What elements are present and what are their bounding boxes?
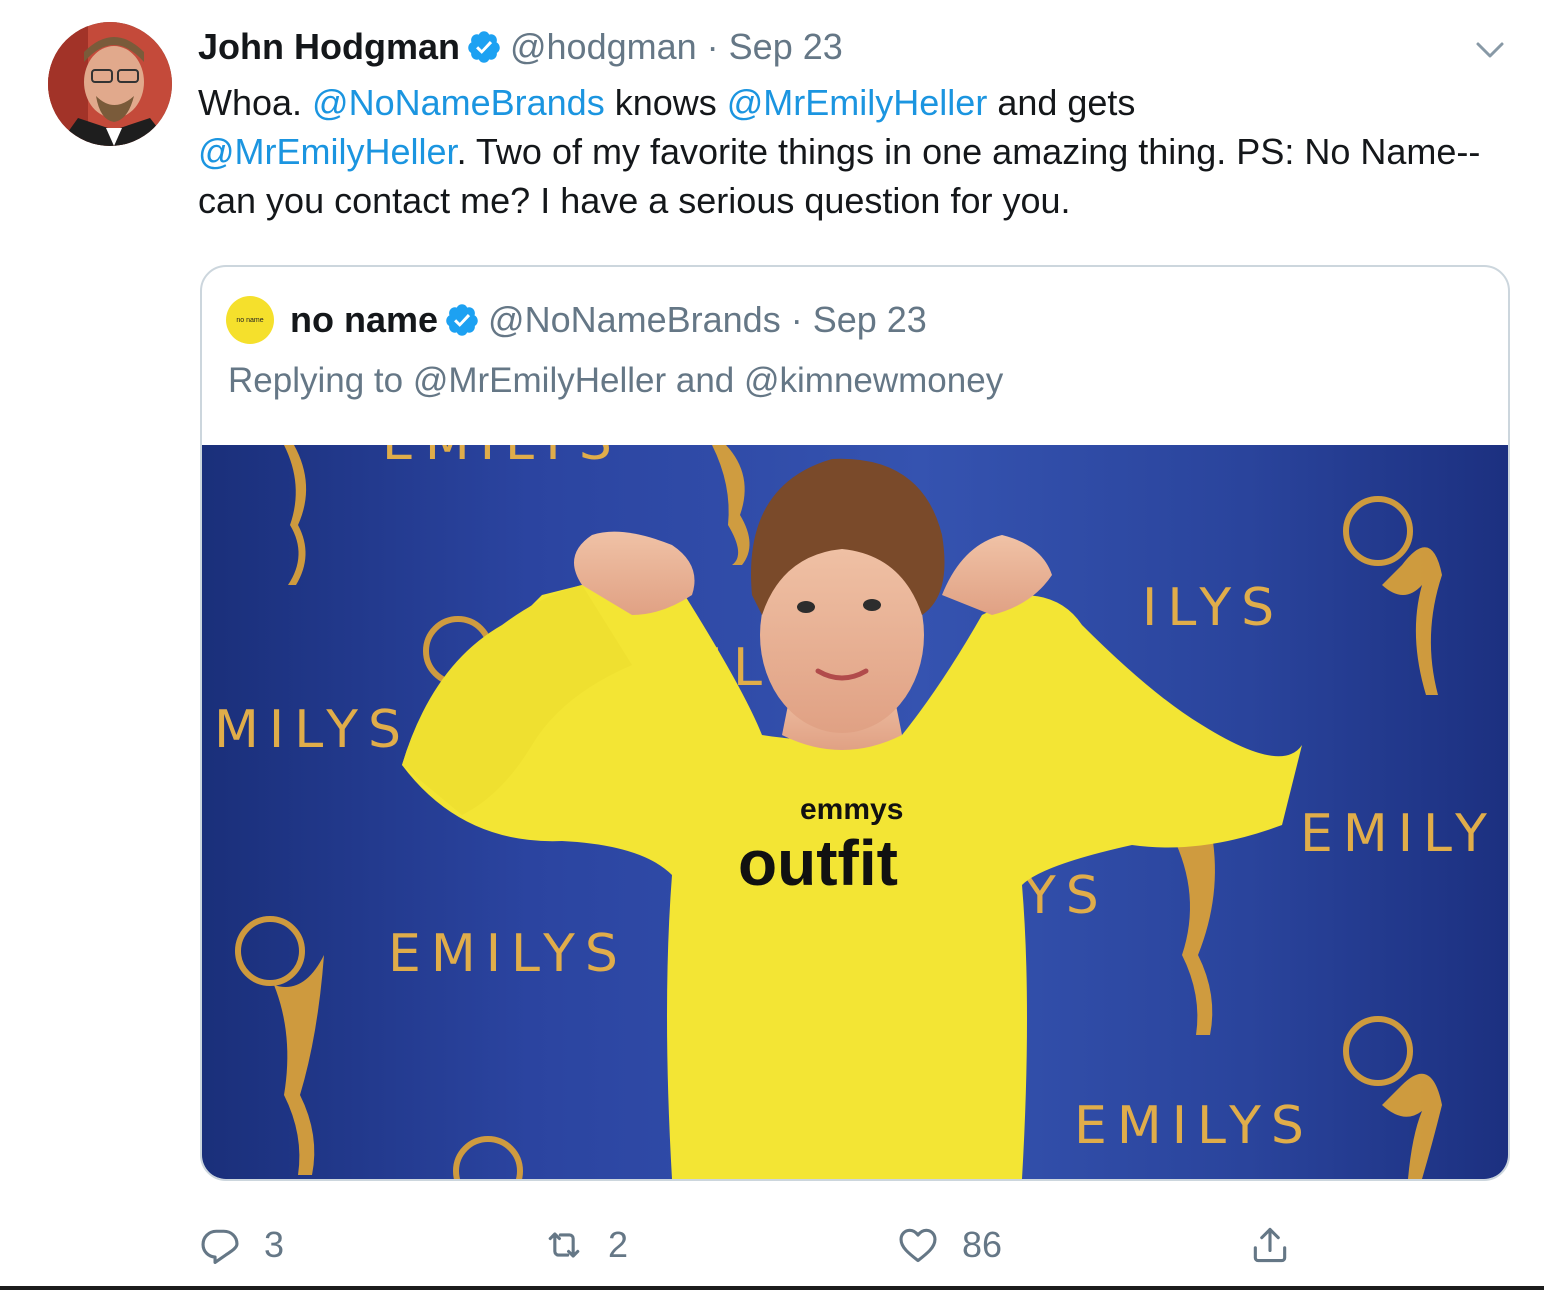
quoted-author-handle[interactable]: @NoNameBrands [488,299,781,341]
avatar-photo [48,22,172,146]
shirt-text-small: emmys [800,793,903,826]
author-avatar[interactable] [48,22,172,146]
reply-count: 3 [264,1224,285,1265]
share-button[interactable] [1248,1215,1314,1275]
tweet-date[interactable]: Sep 23 [729,26,843,68]
separator-dot: · [706,26,719,67]
separator-dot: · [790,299,803,340]
backdrop-word: EMILYS [382,445,622,472]
share-icon [1253,1227,1287,1263]
author-handle[interactable]: @hodgman [510,26,697,68]
quoted-author-avatar[interactable]: no name [226,296,274,344]
author-name[interactable]: John Hodgman [198,26,460,68]
tweet-text-part: and gets [987,82,1136,123]
bottom-divider [0,1286,1544,1290]
shirt-text-large: outfit [738,827,898,899]
brand-logo-text: no name [236,316,264,324]
quoted-tweet-date[interactable]: Sep 23 [813,299,927,341]
mention-link[interactable]: @NoNameBrands [312,82,605,123]
like-count: 86 [962,1224,1003,1265]
tweet-text-part: knows [604,82,727,123]
backdrop-word: EMILYS [388,924,628,984]
backdrop-word: EMILYS [1074,1096,1314,1156]
mention-link[interactable]: @MrEmilyHeller [198,131,457,172]
verified-badge-icon [444,302,480,338]
retweet-icon [548,1232,580,1258]
tweet-text: Whoa. @NoNameBrands knows @MrEmilyHeller… [198,78,1498,225]
replying-to: Replying to @MrEmilyHeller and @kimnewmo… [228,361,1004,400]
tweet-text-part: Whoa. [198,82,313,123]
chevron-down-icon[interactable] [1470,30,1510,70]
image-illustration: EMILYS MILYS EMIL ILYS EMILY EMILYS EMIL… [214,412,1497,1179]
quoted-tweet-image[interactable]: EMILYS MILYS EMIL ILYS EMILY EMILYS EMIL… [202,412,1508,1179]
retweet-count: 2 [608,1224,629,1265]
backdrop-word: ILYS [1142,578,1284,638]
mention-link[interactable]: @MrEmilyHeller [727,82,988,123]
reply-button[interactable]: 3 [198,1215,284,1275]
retweet-button[interactable]: 2 [542,1215,628,1275]
tweet[interactable]: John Hodgman @hodgman · Sep 23 Whoa. @No… [0,0,1544,1290]
reply-icon [201,1229,239,1264]
quoted-author-name[interactable]: no name [290,299,438,341]
tweet-actions: 3 2 86 [198,1215,1318,1275]
quoted-tweet[interactable]: no name no name @NoNameBrands · Sep 23 R… [200,265,1510,1181]
tweet-header: John Hodgman @hodgman · Sep 23 [198,22,843,72]
heart-icon [899,1228,937,1263]
like-button[interactable]: 86 [896,1215,1002,1275]
backdrop-word: MILYS [214,700,411,760]
verified-badge-icon [466,29,502,65]
quoted-tweet-header: no name no name @NoNameBrands · Sep 23 [226,295,927,345]
backdrop-word: EMILY [1300,804,1497,864]
